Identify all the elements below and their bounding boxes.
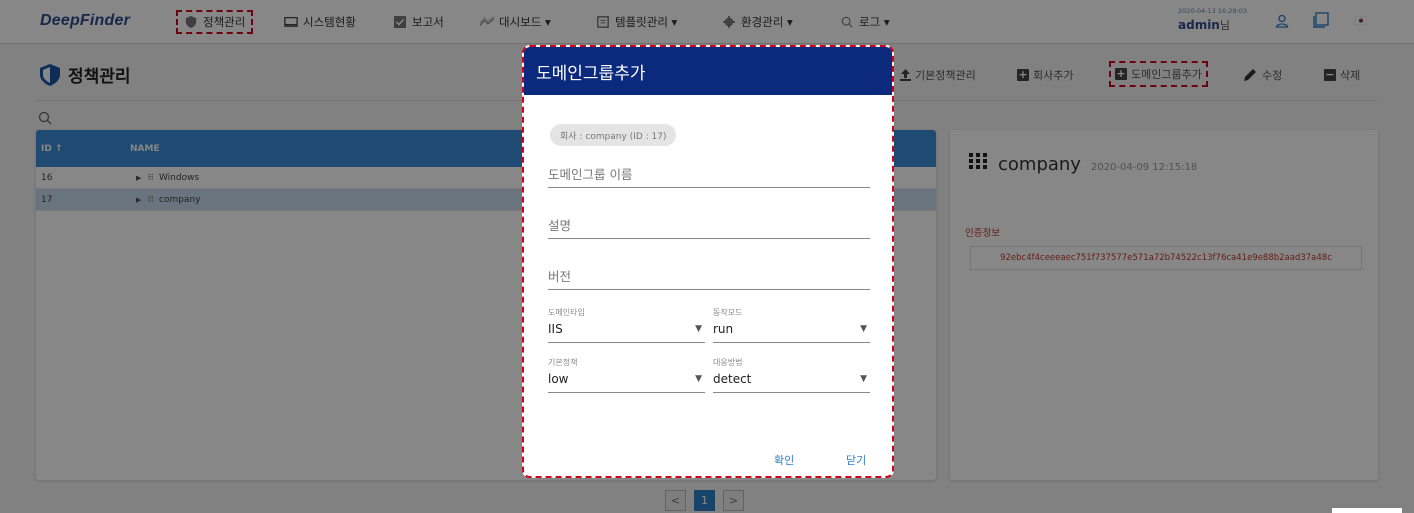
select-label: 동작모드 [713,308,743,317]
select-value: low [548,372,569,386]
select-value: detect [713,372,752,386]
dialog-title: 도메인그룹추가 [524,47,892,95]
default-policy-select[interactable]: 기본정책 low ▼ [548,357,705,393]
select-label: 대응방법 [713,358,743,367]
domain-type-select[interactable]: 도메인타입 IIS ▼ [548,307,705,343]
version-input[interactable]: 버전 [548,268,870,290]
select-value: run [713,322,734,336]
select-value: IIS [548,322,563,336]
add-domain-group-dialog: 도메인그룹추가 회사 : company (ID : 17) 도메인그룹 이름 … [522,45,894,478]
response-method-select[interactable]: 대응방법 detect ▼ [713,357,870,393]
confirm-button[interactable]: 확인 [774,452,794,468]
dropdown-arrow-icon: ▼ [695,374,702,384]
domain-group-name-input[interactable]: 도메인그룹 이름 [548,166,870,188]
corner-element [1332,508,1402,513]
select-label: 도메인타입 [548,308,585,317]
dropdown-arrow-icon: ▼ [695,324,702,334]
select-label: 기본정책 [548,358,578,367]
company-chip: 회사 : company (ID : 17) [550,124,677,146]
close-button[interactable]: 닫기 [846,452,866,468]
action-mode-select[interactable]: 동작모드 run ▼ [713,307,870,343]
dropdown-arrow-icon: ▼ [860,324,867,334]
dropdown-arrow-icon: ▼ [860,374,867,384]
description-input[interactable]: 설명 [548,217,870,239]
